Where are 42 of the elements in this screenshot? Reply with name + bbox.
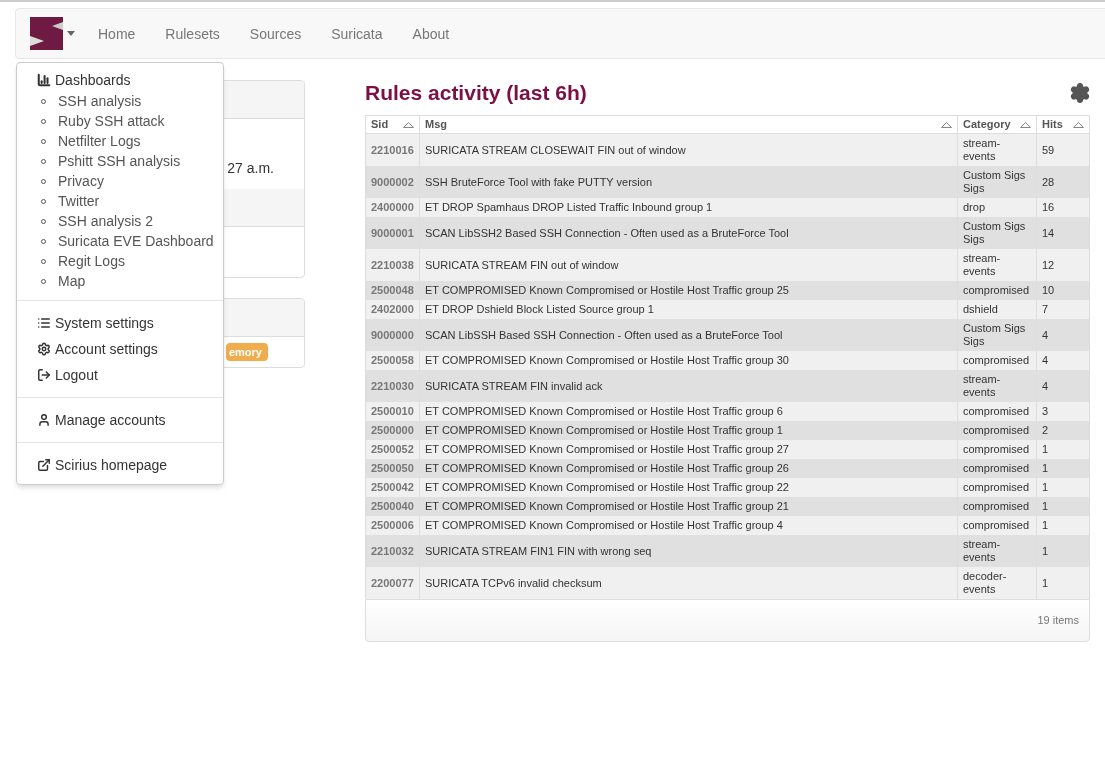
sort-icon: [1020, 121, 1031, 128]
menu-item[interactable]: SSH analysis 2: [58, 210, 153, 232]
menu-item[interactable]: SSH analysis: [58, 90, 142, 112]
menu-item[interactable]: System settings: [17, 310, 223, 336]
nav-link[interactable]: Sources: [234, 23, 317, 44]
user-icon: [37, 413, 51, 427]
time-text: 27 a.m.: [227, 159, 274, 178]
gear-icon: [37, 342, 51, 356]
nav-link[interactable]: Home: [83, 23, 151, 44]
status-badge: emory: [225, 342, 268, 362]
list-icon: [37, 316, 51, 330]
menu-item[interactable]: Scirius homepage: [17, 452, 223, 478]
menu-item[interactable]: Ruby SSH attack: [58, 110, 165, 132]
logo-icon: [30, 17, 63, 50]
item-count: 19 items: [1037, 613, 1079, 629]
bar-chart-icon: [37, 73, 51, 87]
sort-icon: [1073, 121, 1084, 128]
menu-item[interactable]: Pshitt SSH analysis: [58, 150, 181, 172]
logo-menu-button[interactable]: [30, 17, 75, 50]
caret-icon: [67, 31, 75, 36]
column-header[interactable]: Sid: [365, 115, 420, 134]
menu-heading: Dashboards: [55, 70, 131, 90]
column-header[interactable]: Hits: [1036, 115, 1090, 134]
logout-icon: [37, 368, 51, 382]
section-title: Rules activity (last 6h): [365, 80, 587, 107]
menu-item[interactable]: Logout: [17, 362, 223, 388]
column-header[interactable]: Category: [957, 115, 1037, 134]
menu-item[interactable]: Map: [58, 270, 86, 292]
nav-link[interactable]: Suricata: [316, 23, 398, 44]
menu-item[interactable]: Netfilter Logs: [58, 130, 141, 152]
sort-icon: [403, 121, 414, 128]
column-header[interactable]: Msg: [419, 115, 958, 134]
menu-item[interactable]: Twitter: [58, 190, 100, 212]
menu-item[interactable]: Manage accounts: [17, 407, 223, 433]
nav-link[interactable]: About: [397, 23, 465, 44]
external-icon: [37, 458, 51, 472]
sort-icon: [941, 121, 952, 128]
menu-item[interactable]: Regit Logs: [58, 250, 125, 272]
menu-item[interactable]: Account settings: [17, 336, 223, 362]
menu-item[interactable]: Suricata EVE Dashboard: [58, 230, 214, 252]
menu-item[interactable]: Privacy: [58, 170, 104, 192]
nav-link[interactable]: Rulesets: [150, 23, 235, 44]
